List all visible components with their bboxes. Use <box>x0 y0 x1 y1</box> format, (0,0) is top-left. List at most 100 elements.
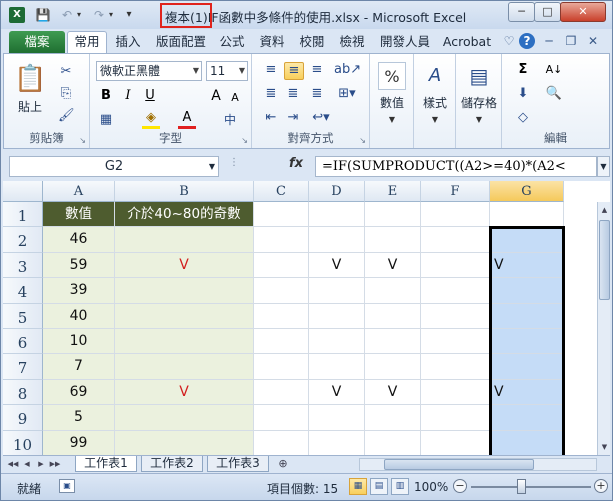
first-sheet-icon[interactable]: ◀◀ <box>7 457 19 471</box>
tab-file[interactable]: 檔案 <box>9 31 65 53</box>
cell-c7[interactable] <box>254 354 309 380</box>
cell-d2[interactable] <box>309 227 365 253</box>
cell-f2[interactable] <box>421 227 490 253</box>
tab-insert[interactable]: 插入 <box>111 33 145 53</box>
cell-d9[interactable] <box>309 405 365 431</box>
cell-g5[interactable] <box>490 303 564 329</box>
border-button[interactable]: ▦ <box>98 112 114 128</box>
cell-a4[interactable]: 39 <box>43 278 115 304</box>
sheet-tab-2[interactable]: 工作表2 <box>141 456 203 472</box>
cell-c2[interactable] <box>254 227 309 253</box>
column-header-f[interactable]: F <box>421 181 490 202</box>
cell-f6[interactable] <box>421 329 490 355</box>
bold-button[interactable]: B <box>98 88 114 104</box>
cell-c9[interactable] <box>254 405 309 431</box>
cell-c4[interactable] <box>254 278 309 304</box>
row-header-5[interactable]: 5 <box>3 303 43 329</box>
sort-filter-icon[interactable]: A↓ <box>540 62 568 78</box>
row-header-6[interactable]: 6 <box>3 329 43 355</box>
cell-f9[interactable] <box>421 405 490 431</box>
doc-restore-icon[interactable]: ❐ <box>563 33 579 49</box>
cell-e7[interactable] <box>365 354 421 380</box>
undo-dropdown-icon[interactable]: ▾ <box>75 7 83 23</box>
cell-e6[interactable] <box>365 329 421 355</box>
cell-c5[interactable] <box>254 303 309 329</box>
macro-record-icon[interactable]: ▣ <box>59 479 75 493</box>
cell-e4[interactable] <box>365 278 421 304</box>
collapse-ribbon-icon[interactable]: ♡ <box>501 33 517 49</box>
last-sheet-icon[interactable]: ▶▶ <box>49 457 61 471</box>
prev-sheet-icon[interactable]: ◀ <box>21 457 33 471</box>
cell-g9[interactable] <box>490 405 564 431</box>
row-header-2[interactable]: 2 <box>3 227 43 253</box>
row-header-1[interactable]: 1 <box>3 202 43 228</box>
tab-review[interactable]: 校閱 <box>295 33 329 53</box>
column-header-d[interactable]: D <box>309 181 365 202</box>
cell-g3[interactable]: V <box>490 252 564 279</box>
find-select-icon[interactable]: 🔍 <box>540 86 568 102</box>
align-center-icon[interactable]: ≣ <box>284 86 302 102</box>
italic-button[interactable]: I <box>120 88 136 104</box>
vertical-scroll-thumb[interactable] <box>599 220 610 300</box>
cell-e2[interactable] <box>365 227 421 253</box>
merge-center-icon[interactable]: ⊞▾ <box>334 86 360 102</box>
zoom-out-button[interactable]: − <box>453 479 467 493</box>
decrease-indent-icon[interactable]: ⇤ <box>262 110 280 126</box>
format-painter-icon[interactable]: 🖌 <box>58 108 75 124</box>
phonetic-button[interactable]: 中 <box>220 112 240 128</box>
font-launcher-icon[interactable]: ↘ <box>241 136 248 145</box>
column-header-c[interactable]: C <box>254 181 309 202</box>
zoom-slider-knob[interactable] <box>517 479 526 494</box>
cell-e9[interactable] <box>365 405 421 431</box>
shrink-font-button[interactable]: A <box>228 90 242 106</box>
excel-logo-icon[interactable]: X <box>9 7 25 23</box>
cell-f4[interactable] <box>421 278 490 304</box>
cell-g10[interactable] <box>490 430 564 455</box>
cell-e3[interactable]: V <box>365 252 421 279</box>
row-header-7[interactable]: 7 <box>3 354 43 380</box>
align-left-icon[interactable]: ≣ <box>262 86 280 102</box>
column-header-e[interactable]: E <box>365 181 421 202</box>
copy-icon[interactable]: ⎘ <box>58 86 74 102</box>
cell-b2[interactable] <box>115 227 254 253</box>
font-name-combo[interactable]: 微軟正黑體 ▼ <box>96 61 202 81</box>
customize-toolbar-icon[interactable]: ▾ <box>123 7 135 23</box>
cell-a5[interactable]: 40 <box>43 303 115 329</box>
cell-g7[interactable] <box>490 354 564 380</box>
cell-g2[interactable] <box>490 227 564 253</box>
page-layout-view-icon[interactable]: ▤ <box>370 478 388 495</box>
align-middle-icon[interactable]: ≡ <box>284 62 304 80</box>
cell-e1[interactable] <box>365 202 421 228</box>
cell-a7[interactable]: 7 <box>43 354 115 380</box>
cell-d3[interactable]: V <box>309 252 365 279</box>
cell-c8[interactable] <box>254 379 309 406</box>
underline-button[interactable]: U <box>142 88 158 104</box>
undo-icon[interactable]: ↶ <box>59 7 75 23</box>
horizontal-scrollbar[interactable] <box>359 458 597 471</box>
cell-e5[interactable] <box>365 303 421 329</box>
cell-a3[interactable]: 59 <box>43 252 115 279</box>
select-all-button[interactable] <box>3 181 43 202</box>
cell-c6[interactable] <box>254 329 309 355</box>
font-size-combo[interactable]: 11 ▼ <box>206 61 248 81</box>
minimize-button[interactable]: ─ <box>508 2 535 22</box>
tab-data[interactable]: 資料 <box>255 33 289 53</box>
column-header-g[interactable]: G <box>490 181 564 202</box>
number-format-icon[interactable]: % <box>378 62 406 90</box>
cell-b5[interactable] <box>115 303 254 329</box>
cell-a9[interactable]: 5 <box>43 405 115 431</box>
help-icon[interactable]: ? <box>519 33 535 49</box>
row-header-9[interactable]: 9 <box>3 405 43 431</box>
cell-a10[interactable]: 99 <box>43 430 115 455</box>
cell-f5[interactable] <box>421 303 490 329</box>
align-right-icon[interactable]: ≣ <box>308 86 326 102</box>
cell-d8[interactable]: V <box>309 379 365 406</box>
cell-d10[interactable] <box>309 430 365 455</box>
sheet-tab-3[interactable]: 工作表3 <box>207 456 269 472</box>
row-header-10[interactable]: 10 <box>3 430 43 455</box>
row-header-8[interactable]: 8 <box>3 379 43 406</box>
cell-b4[interactable] <box>115 278 254 304</box>
sheet-tab-1[interactable]: 工作表1 <box>75 456 137 472</box>
clear-icon[interactable]: ◇ <box>510 110 536 126</box>
doc-close-icon[interactable]: ✕ <box>585 33 601 49</box>
